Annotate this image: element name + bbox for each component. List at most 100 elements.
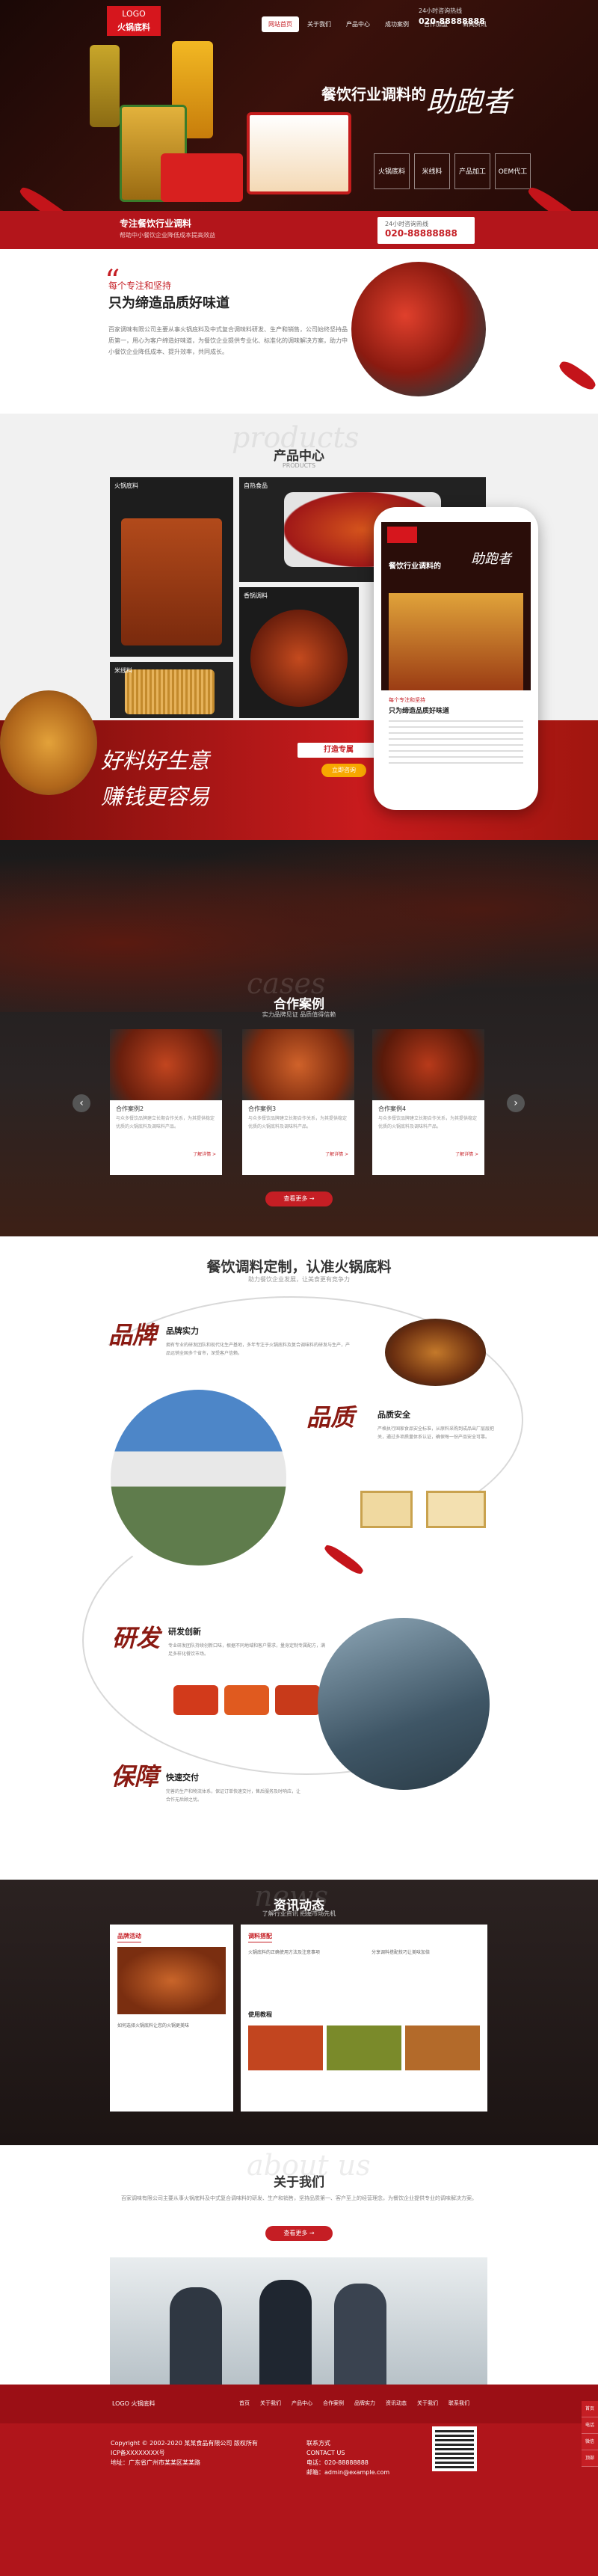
service-box[interactable]: 米线料	[414, 153, 450, 189]
logo-text: LOGO	[122, 9, 146, 19]
news-item[interactable]: 火锅底料的正确使用方法及注意事项	[248, 1948, 320, 1955]
footer-nav-item[interactable]: 关于我们	[260, 2399, 281, 2407]
footer-copyright: Copyright © 2002-2020 某某食品有限公司 版权所有 ICP备…	[111, 2438, 258, 2468]
news-tab[interactable]: 使用教程	[248, 2011, 272, 2019]
about-tag: 每个专注和坚持	[108, 280, 172, 291]
news-tab[interactable]: 品牌活动	[117, 1932, 141, 1942]
footer-nav-item[interactable]: 产品中心	[292, 2399, 312, 2407]
footer-nav-bar: LOGO 火锅底料 首页 关于我们 产品中心 合作案例 品牌实力 资讯动态 关于…	[0, 2385, 598, 2423]
spice-bowl-image	[0, 690, 97, 795]
cases-more-button[interactable]: 查看更多 →	[265, 1192, 333, 1206]
product-image	[250, 610, 348, 707]
site-logo[interactable]: LOGO 火锅底料	[107, 6, 161, 36]
case-more-link[interactable]: 了解详情 >	[110, 1147, 222, 1160]
cases-section: cases 合作案例 实力品牌见证 品质值得信赖 ‹ › 合作案例2 与众多餐饮…	[0, 840, 598, 1236]
calligraphy-research: 研发	[112, 1624, 161, 1652]
news-item[interactable]: 分享调料搭配技巧让美味加倍	[372, 1948, 430, 1955]
side-wechat-button[interactable]: 微信	[582, 2434, 598, 2450]
advantage-desc: 专业研发团队持续创新口味，根据不同地域和客户需求，量身定制专属配方，满足多样化餐…	[168, 1643, 326, 1657]
advantages-title: 餐饮调料定制，认准火锅底料	[206, 1259, 392, 1275]
case-desc: 与众多餐饮品牌建立长期合作关系，为其提供稳定优质的火锅底料及调味料产品。	[248, 1116, 348, 1129]
service-box[interactable]: 火锅底料	[374, 153, 410, 189]
news-tab[interactable]: 调料搭配	[248, 1932, 272, 1942]
product-card-label: 自热食品	[244, 482, 268, 489]
hero-banner: LOGO 火锅底料 网站首页 关于我们 产品中心 成功案例 合作加盟 新闻资讯 …	[0, 0, 598, 249]
advantage-heading: 品牌实力	[166, 1326, 199, 1336]
products-title: 产品中心	[274, 449, 324, 464]
product-jar-image	[224, 1685, 269, 1715]
footer-logo[interactable]: LOGO 火锅底料	[112, 2399, 155, 2408]
advantage-heading: 品质安全	[377, 1410, 410, 1420]
products-section: products 产品中心 PRODUCTS 火锅底料 自热食品 香锅调料 米线…	[0, 414, 598, 840]
advantage-desc: 完善的生产和物流体系，保证订单快速交付，售后服务及时响应，让合作无后顾之忧。	[166, 1789, 301, 1803]
nav-cases[interactable]: 成功案例	[378, 16, 416, 32]
advantage-heading: 快速交付	[166, 1773, 199, 1782]
news-image	[117, 1947, 226, 2014]
promo-line: 好料好生意	[101, 748, 210, 773]
service-box[interactable]: 产品加工	[454, 153, 490, 189]
case-image	[242, 1029, 354, 1100]
side-phone-button[interactable]: 电话	[582, 2417, 598, 2434]
tel-number: 020-88888888	[385, 228, 457, 239]
footer-nav-item[interactable]: 联系我们	[449, 2399, 469, 2407]
product-card-label: 香锅调料	[244, 592, 268, 599]
case-more-link[interactable]: 了解详情 >	[242, 1147, 354, 1160]
phone-about-tag: 每个专注和坚持	[389, 697, 425, 703]
case-card[interactable]: 合作案例2 与众多餐饮品牌建立长期合作关系，为其提供稳定优质的火锅底料及调味料产…	[110, 1029, 222, 1175]
aboutus-section: about us 关于我们 百家调味有限公司主要从事火锅底料及中式复合调味料的研…	[0, 2145, 598, 2385]
factory-image	[111, 1390, 286, 1565]
footer-nav-item[interactable]: 品牌实力	[354, 2399, 375, 2407]
news-thumb	[405, 2025, 480, 2070]
phone-screen: 餐饮行业调料的 助跑者 每个专注和坚持 只为缔造品质好味道	[381, 522, 531, 784]
aboutus-text: 百家调味有限公司主要从事火锅底料及中式复合调味料的研发、生产和销售，坚持品质第一…	[121, 2195, 477, 2201]
nav-products[interactable]: 产品中心	[339, 16, 377, 32]
news-thumb	[327, 2025, 401, 2070]
news-column: 调料搭配 火锅底料的正确使用方法及注意事项 分享调料搭配技巧让美味加倍 使用教程	[241, 1925, 487, 2112]
footer-nav-item[interactable]: 关于我们	[417, 2399, 438, 2407]
phone-slogan-big: 助跑者	[471, 551, 511, 567]
next-arrow-icon[interactable]: ›	[507, 1094, 525, 1112]
calligraphy-brand: 品牌	[108, 1321, 157, 1349]
address-text: 地址：广东省广州市某某区某某路	[111, 2459, 200, 2466]
advantage-desc: 拥有专业的研发团队和现代化生产基地，多年专注于火锅底料及复合调味料的研发与生产，…	[166, 1343, 351, 1356]
about-text: 百家调味有限公司主要从事火锅底料及中式复合调味料研发、生产和销售，公司始终坚持品…	[108, 326, 348, 355]
footer-nav-item[interactable]: 资讯动态	[386, 2399, 407, 2407]
product-image	[125, 669, 215, 714]
bar-hotline[interactable]: 24小时咨询热线 020-88888888	[377, 217, 475, 244]
hotline-number: 020-88888888	[419, 16, 485, 26]
cases-title: 合作案例	[274, 997, 324, 1012]
service-box[interactable]: OEM代工	[495, 153, 531, 189]
cases-subtitle: 实力品牌见证 品质值得信赖	[262, 1011, 336, 1018]
side-top-button[interactable]: 顶部	[582, 2450, 598, 2467]
person-image	[334, 2284, 386, 2385]
food-image	[385, 1319, 486, 1386]
team-photo	[110, 2257, 487, 2385]
aboutus-more-button[interactable]: 查看更多 →	[265, 2226, 333, 2241]
about-section: “ 每个专注和坚持 只为缔造品质好味道 百家调味有限公司主要从事火锅底料及中式复…	[0, 249, 598, 414]
product-card[interactable]: 米线料	[110, 662, 233, 718]
product-jar-image	[275, 1685, 320, 1715]
footer-nav-item[interactable]: 首页	[239, 2399, 250, 2407]
product-card[interactable]: 香锅调料	[239, 587, 359, 718]
product-image	[121, 518, 222, 645]
phone-text-lines	[389, 720, 523, 765]
certificate-image	[426, 1491, 486, 1528]
contact-title: 联系方式	[306, 2440, 330, 2447]
case-card[interactable]: 合作案例3 与众多餐饮品牌建立长期合作关系，为其提供稳定优质的火锅底料及调味料产…	[242, 1029, 354, 1175]
side-home-button[interactable]: 首页	[582, 2401, 598, 2417]
phone-logo	[387, 527, 417, 543]
product-card[interactable]: 火锅底料	[110, 477, 233, 657]
product-card-label: 火锅底料	[114, 482, 138, 489]
nav-about[interactable]: 关于我们	[300, 16, 338, 32]
calligraphy-quality: 品质	[306, 1403, 355, 1432]
footer-nav-item[interactable]: 合作案例	[323, 2399, 344, 2407]
consult-button[interactable]: 立即咨询	[321, 764, 366, 777]
case-title: 合作案例4	[378, 1105, 407, 1112]
contact-tel: 电话：020-88888888	[306, 2459, 369, 2466]
case-more-link[interactable]: 了解详情 >	[372, 1147, 484, 1160]
news-item[interactable]: 如何选择火锅底料让您的火锅更美味	[117, 2022, 226, 2028]
prev-arrow-icon[interactable]: ‹	[73, 1094, 90, 1112]
case-card[interactable]: 合作案例4 与众多餐饮品牌建立长期合作关系，为其提供稳定优质的火锅底料及调味料产…	[372, 1029, 484, 1175]
nav-home[interactable]: 网站首页	[262, 16, 299, 32]
contact-subtitle: CONTACT US	[306, 2450, 345, 2456]
